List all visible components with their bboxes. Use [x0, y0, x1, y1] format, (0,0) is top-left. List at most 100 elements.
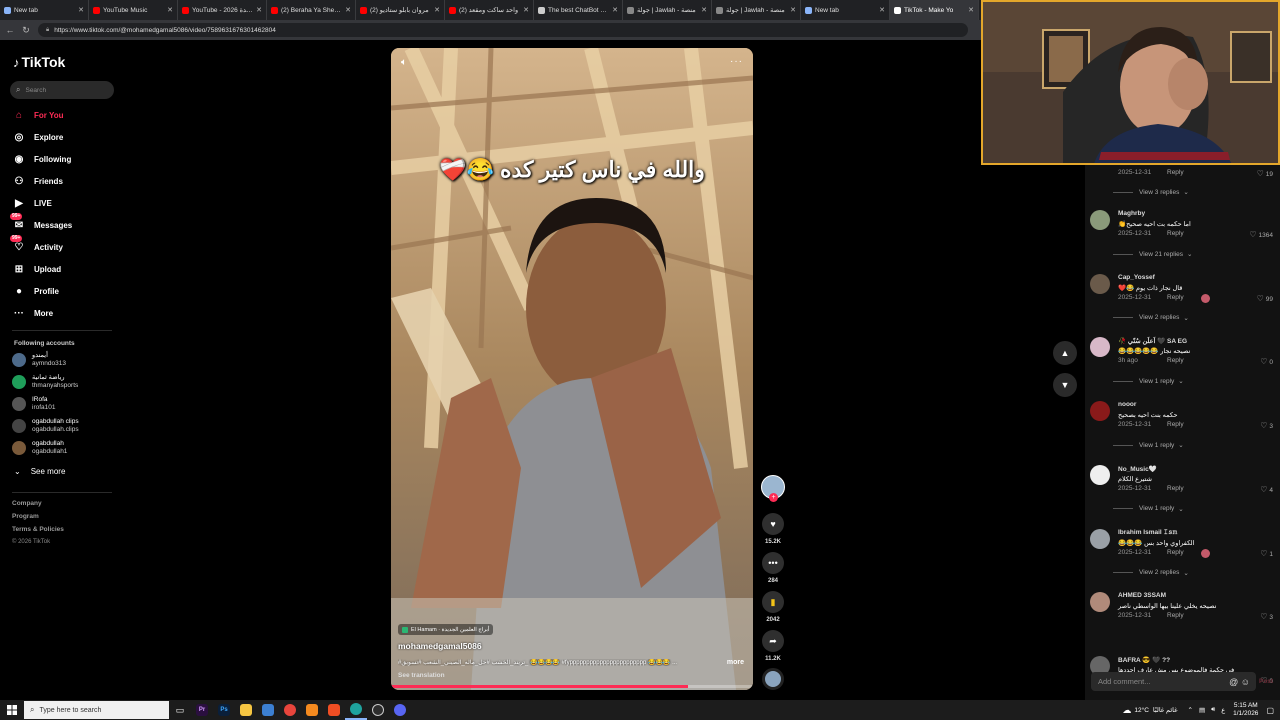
tiktok-logo[interactable]: ♪ TikTok — [13, 54, 65, 70]
sidebar-item-live[interactable]: ▶ LIVE — [12, 195, 52, 211]
creator-avatar[interactable]: + — [761, 475, 785, 502]
close-icon[interactable]: ✕ — [256, 6, 262, 14]
app-icon[interactable] — [257, 700, 279, 720]
music-disc-icon[interactable] — [762, 668, 784, 690]
follow-plus-icon[interactable]: + — [769, 493, 778, 502]
weather-text[interactable]: غائم غالبًا — [1153, 706, 1178, 714]
browser-tab[interactable]: جولة | Jawlah - منصة ✕ — [623, 0, 712, 20]
browser-tab[interactable]: YouTube - 2026 سنة جديدة✕ — [178, 0, 267, 20]
reply-button[interactable]: Reply — [1167, 421, 1184, 428]
browser-tab[interactable]: YouTube Music ✕ — [89, 0, 178, 20]
close-icon[interactable]: ✕ — [879, 6, 885, 14]
bookmark-icon[interactable]: ▮ — [762, 591, 784, 613]
location-tag[interactable]: El Hamam · أبراج العلمين الجديدة — [398, 624, 494, 635]
share-icon[interactable]: ➦ — [762, 630, 784, 652]
browser-tab[interactable]: New tab ✕ — [801, 0, 890, 20]
comment-username[interactable]: nooor — [1118, 401, 1136, 408]
browser-active-icon[interactable] — [345, 700, 367, 720]
view-replies-button[interactable]: View 2 replies ⌄ — [1113, 314, 1189, 322]
clock[interactable]: 5:15 AM 1/1/2026 — [1233, 702, 1258, 718]
sidebar-item-for-you[interactable]: ⌂ For You — [12, 107, 64, 123]
browser-tab[interactable]: (2) واحد ساكت ومقعد ✕ — [445, 0, 534, 20]
close-icon[interactable]: ✕ — [701, 6, 707, 14]
comment-username[interactable]: Maghrby — [1118, 210, 1145, 217]
following-account[interactable]: رياضة ثمانية thmanyahsports — [12, 374, 78, 390]
post-comment-button[interactable]: Post — [1259, 678, 1273, 685]
browser-tab[interactable]: TikTok - Make Yo ✕ — [890, 0, 979, 20]
avatar[interactable] — [1090, 401, 1110, 422]
description-more-button[interactable]: more — [727, 659, 744, 666]
sidebar-item-more[interactable]: ··· More — [12, 305, 53, 321]
see-more-accounts[interactable]: ⌄ See more — [14, 467, 65, 476]
avatar[interactable] — [1090, 592, 1110, 613]
video-player[interactable]: والله في ناس كتير كده 😂❤️‍🩹 🔈︎ ··· El Ha… — [391, 48, 753, 690]
following-account[interactable]: IRofa irofa101 — [12, 396, 56, 412]
sidebar-item-messages[interactable]: ✉ 99+ Messages — [10, 213, 72, 233]
photoshop-icon[interactable]: Ps — [213, 700, 235, 720]
task-view-icon[interactable]: ▭ — [169, 700, 191, 720]
avatar[interactable] — [1090, 273, 1110, 294]
sidebar-item-friends[interactable]: ⚇ Friends — [12, 173, 63, 189]
like-action[interactable]: ♥ 15.2K — [762, 513, 784, 545]
brave-icon[interactable] — [323, 700, 345, 720]
browser-tab[interactable]: (2) Beraha Ya Sheekha ✕ — [267, 0, 356, 20]
reload-icon[interactable]: ↻ — [20, 25, 32, 36]
obs-icon[interactable] — [367, 700, 389, 720]
comment-like[interactable]: ♡ 3 — [1260, 421, 1273, 430]
comment-like[interactable]: ♡ 1 — [1260, 549, 1273, 558]
video-author[interactable]: mohamedgamal5086 — [398, 641, 482, 651]
close-icon[interactable]: ✕ — [968, 6, 974, 14]
share-action[interactable]: ➦ 11.2K — [762, 630, 784, 662]
avatar[interactable] — [1090, 337, 1110, 358]
tray-chevron-icon[interactable]: ⌃ — [1188, 706, 1193, 714]
search-input[interactable]: ⌕ Search — [10, 81, 114, 99]
sidebar-item-profile[interactable]: ● Profile — [12, 283, 59, 299]
close-icon[interactable]: ✕ — [523, 6, 529, 14]
video-more-icon[interactable]: ··· — [730, 56, 743, 67]
mention-emoji-icons[interactable]: @ ☺ — [1229, 677, 1250, 687]
footer-terms[interactable]: Terms & Policies — [12, 526, 64, 533]
reply-button[interactable]: Reply — [1167, 230, 1184, 237]
footer-program[interactable]: Program — [12, 513, 39, 520]
close-icon[interactable]: ✕ — [167, 6, 173, 14]
footer-company[interactable]: Company — [12, 500, 42, 507]
reply-button[interactable]: Reply — [1167, 169, 1184, 176]
input-language[interactable]: ع — [1221, 706, 1225, 714]
volume-icon[interactable]: 🔈︎ — [401, 57, 407, 68]
address-bar[interactable]: 🔒︎ https://www.tiktok.com/@mohamedgamal5… — [38, 23, 968, 37]
heart-icon[interactable]: ♥ — [762, 513, 784, 535]
discord-icon[interactable] — [389, 700, 411, 720]
comment-username[interactable]: AHMED 3SSAM — [1118, 592, 1166, 599]
comment-icon[interactable]: ••• — [762, 552, 784, 574]
network-icon[interactable]: ▤ — [1199, 706, 1205, 714]
view-replies-button[interactable]: View 21 replies ⌄ — [1113, 250, 1192, 258]
speaker-icon[interactable]: 🔊︎ — [1211, 706, 1215, 714]
notifications-icon[interactable]: ▢ — [1266, 706, 1274, 715]
file-explorer-icon[interactable] — [235, 700, 257, 720]
reply-button[interactable]: Reply — [1167, 485, 1184, 492]
premiere-icon[interactable]: Pr — [191, 700, 213, 720]
view-replies-button[interactable]: View 2 replies ⌄ — [1113, 569, 1189, 577]
vlc-icon[interactable] — [301, 700, 323, 720]
browser-tab[interactable]: The best ChatBot and ✕ — [534, 0, 623, 20]
back-icon[interactable]: ← — [4, 25, 16, 35]
view-replies-button[interactable]: View 1 reply ⌄ — [1113, 505, 1184, 513]
save-action[interactable]: ▮ 2042 — [762, 591, 784, 623]
close-icon[interactable]: ✕ — [345, 6, 351, 14]
previous-video-button[interactable]: ▲ — [1053, 341, 1077, 365]
following-account[interactable]: ogabdullah ogabdullah1 — [12, 440, 67, 456]
comment-like[interactable]: ♡ 3 — [1260, 612, 1273, 621]
comment-username[interactable]: Ibrahim Ismail 𝙸𝚜𝚖 — [1118, 529, 1177, 537]
sidebar-item-following[interactable]: ◉ Following — [12, 151, 72, 167]
browser-tab[interactable]: New tab ✕ — [0, 0, 89, 20]
comment-like[interactable]: ♡ 1364 — [1249, 230, 1273, 239]
close-icon[interactable]: ✕ — [78, 6, 84, 14]
close-icon[interactable]: ✕ — [612, 6, 618, 14]
taskbar-search[interactable]: ⌕ Type here to search — [24, 701, 169, 719]
comment-username[interactable]: BAFRA 😎 🖤 ?? — [1118, 656, 1170, 664]
comment-like[interactable]: ♡ 19 — [1257, 169, 1273, 178]
reply-button[interactable]: Reply — [1167, 294, 1184, 301]
comment-input[interactable]: Add comment... @ ☺ — [1091, 672, 1256, 691]
next-video-button[interactable]: ▼ — [1053, 373, 1077, 397]
following-account[interactable]: ogabdullah clips ogabdullah.clips — [12, 418, 79, 434]
